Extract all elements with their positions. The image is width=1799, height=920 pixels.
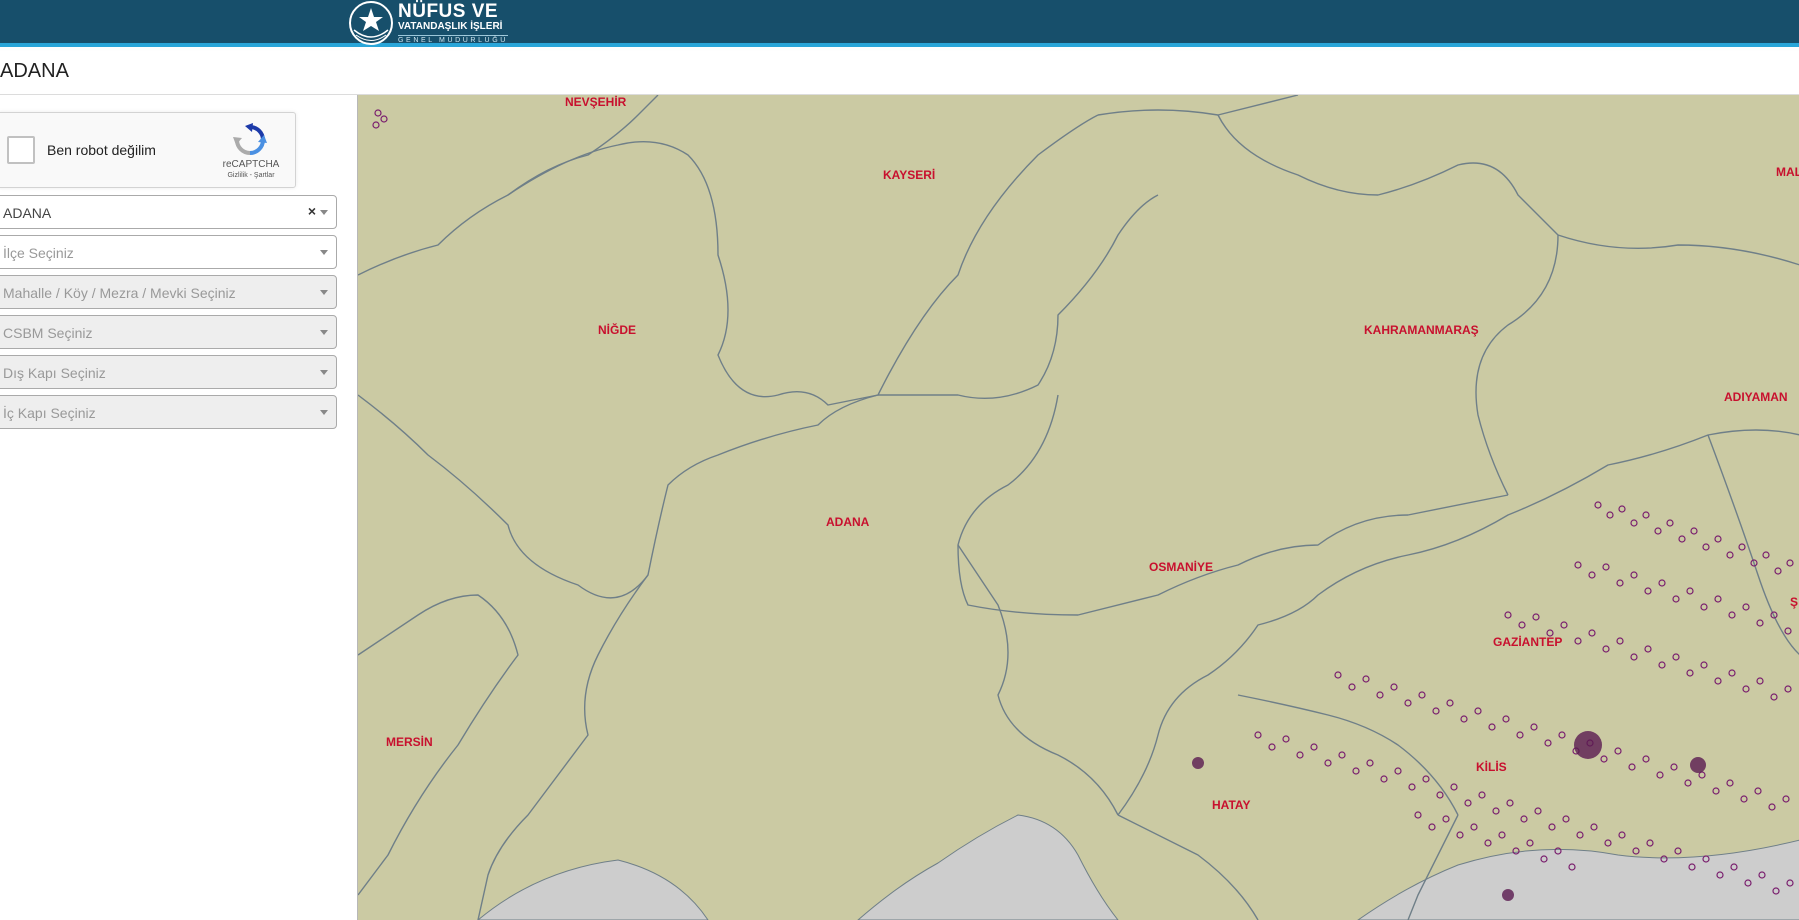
- border-nigde-kayseri: [507, 114, 1099, 406]
- star-emblem-icon: [349, 1, 393, 45]
- border-hatay-north: [1117, 814, 1259, 920]
- neighborhood-select-placeholder: Mahalle / Köy / Mezra / Mevki Seçiniz: [3, 285, 236, 301]
- province-label-malatya: MAL: [1776, 165, 1799, 179]
- province-select[interactable]: ADANA ×: [0, 195, 337, 229]
- clear-icon[interactable]: ×: [308, 203, 316, 219]
- province-borders: [358, 95, 1799, 920]
- page-title: ADANA: [0, 60, 69, 82]
- province-label-hatay: HATAY: [1212, 798, 1251, 812]
- map-base-layer: [358, 95, 1799, 920]
- province-label-sanliurfa: Ş: [1790, 595, 1799, 609]
- district-select[interactable]: İlçe Seçiniz: [0, 235, 337, 269]
- title-bar: ADANA: [0, 51, 1799, 95]
- neighborhood-select[interactable]: Mahalle / Köy / Mezra / Mevki Seçiniz: [0, 275, 337, 309]
- recaptcha-brand: reCAPTCHA: [222, 159, 280, 170]
- map-canvas[interactable]: NEVŞEHİR KAYSERİ MAL NİĞDE KAHRAMANMARAŞ…: [357, 95, 1799, 920]
- settlement-points: [372, 109, 1794, 895]
- border-mersin-west: [358, 594, 519, 896]
- chevron-down-icon: [320, 330, 328, 335]
- csbm-select[interactable]: CSBM Seçiniz: [0, 315, 337, 349]
- csbm-select-placeholder: CSBM Seçiniz: [3, 325, 93, 341]
- inner-door-select-placeholder: İç Kapı Seçiniz: [3, 405, 96, 421]
- province-label-kayseri: KAYSERİ: [883, 168, 936, 182]
- recaptcha-links[interactable]: Gizlilik - Şartlar: [213, 172, 289, 179]
- recaptcha-label: Ben robot değilim: [47, 142, 156, 158]
- province-label-gaziantep: GAZİANTEP: [1493, 635, 1563, 649]
- chevron-down-icon: [320, 210, 328, 215]
- outer-door-select-placeholder: Dış Kapı Seçiniz: [3, 365, 106, 381]
- border-nigde-adana: [358, 394, 879, 599]
- chevron-down-icon: [320, 290, 328, 295]
- chevron-down-icon: [320, 410, 328, 415]
- province-label-kilis: KİLİS: [1476, 760, 1507, 774]
- province-label-mersin: MERSİN: [386, 735, 433, 749]
- logo-line-1: NÜFUS VE: [398, 1, 499, 22]
- logo-line-2: VATANDAŞLIK İŞLERİ: [398, 21, 503, 32]
- recaptcha-icon: [233, 123, 267, 155]
- inner-door-select[interactable]: İç Kapı Seçiniz: [0, 395, 337, 429]
- border-malatya-adiyaman: [1557, 234, 1799, 266]
- border-kahramanmaras-osmaniye: [957, 394, 1509, 616]
- sidebar-panel: Ben robot değilim reCAPTCHA Gizlilik - Ş…: [0, 95, 357, 920]
- sea-area-west: [477, 859, 709, 920]
- nvi-logo[interactable]: NÜFUS VE VATANDAŞLIK İŞLERİ GENEL MÜDÜRL…: [348, 0, 508, 46]
- chevron-down-icon: [320, 250, 328, 255]
- top-header-bar: NÜFUS VE VATANDAŞLIK İŞLERİ GENEL MÜDÜRL…: [0, 0, 1799, 47]
- border-kahramanmaras-north: [1217, 114, 1559, 496]
- logo-line-3: GENEL MÜDÜRLÜĞÜ: [398, 35, 508, 44]
- recaptcha-widget: Ben robot değilim reCAPTCHA Gizlilik - Ş…: [0, 112, 296, 188]
- border-adiyaman-sanliurfa: [1707, 434, 1799, 655]
- province-label-osmaniye: OSMANİYE: [1149, 560, 1214, 574]
- province-label-adana: ADANA: [826, 515, 870, 529]
- border-gaziantep-kilis: [1237, 694, 1459, 816]
- border-adana-kahramanmaras: [877, 194, 1159, 399]
- province-label-kahramanmaras: KAHRAMANMARAŞ: [1364, 323, 1479, 337]
- province-label-nigde: NİĞDE: [598, 323, 637, 337]
- district-select-placeholder: İlçe Seçiniz: [3, 245, 74, 261]
- chevron-down-icon: [320, 370, 328, 375]
- province-select-value: ADANA: [3, 205, 52, 221]
- outer-door-select[interactable]: Dış Kapı Seçiniz: [0, 355, 337, 389]
- province-label-adiyaman: ADIYAMAN: [1724, 390, 1788, 404]
- sea-area-southeast: [1357, 839, 1799, 920]
- sea-area-iskenderun: [857, 814, 1119, 920]
- recaptcha-checkbox[interactable]: [7, 136, 35, 164]
- province-label-nevsehir: NEVŞEHİR: [565, 95, 627, 109]
- border-kayseri-malatya: [1097, 95, 1299, 116]
- border-adana-osmaniye: [957, 544, 1119, 816]
- border-nevsehir-south: [358, 95, 659, 276]
